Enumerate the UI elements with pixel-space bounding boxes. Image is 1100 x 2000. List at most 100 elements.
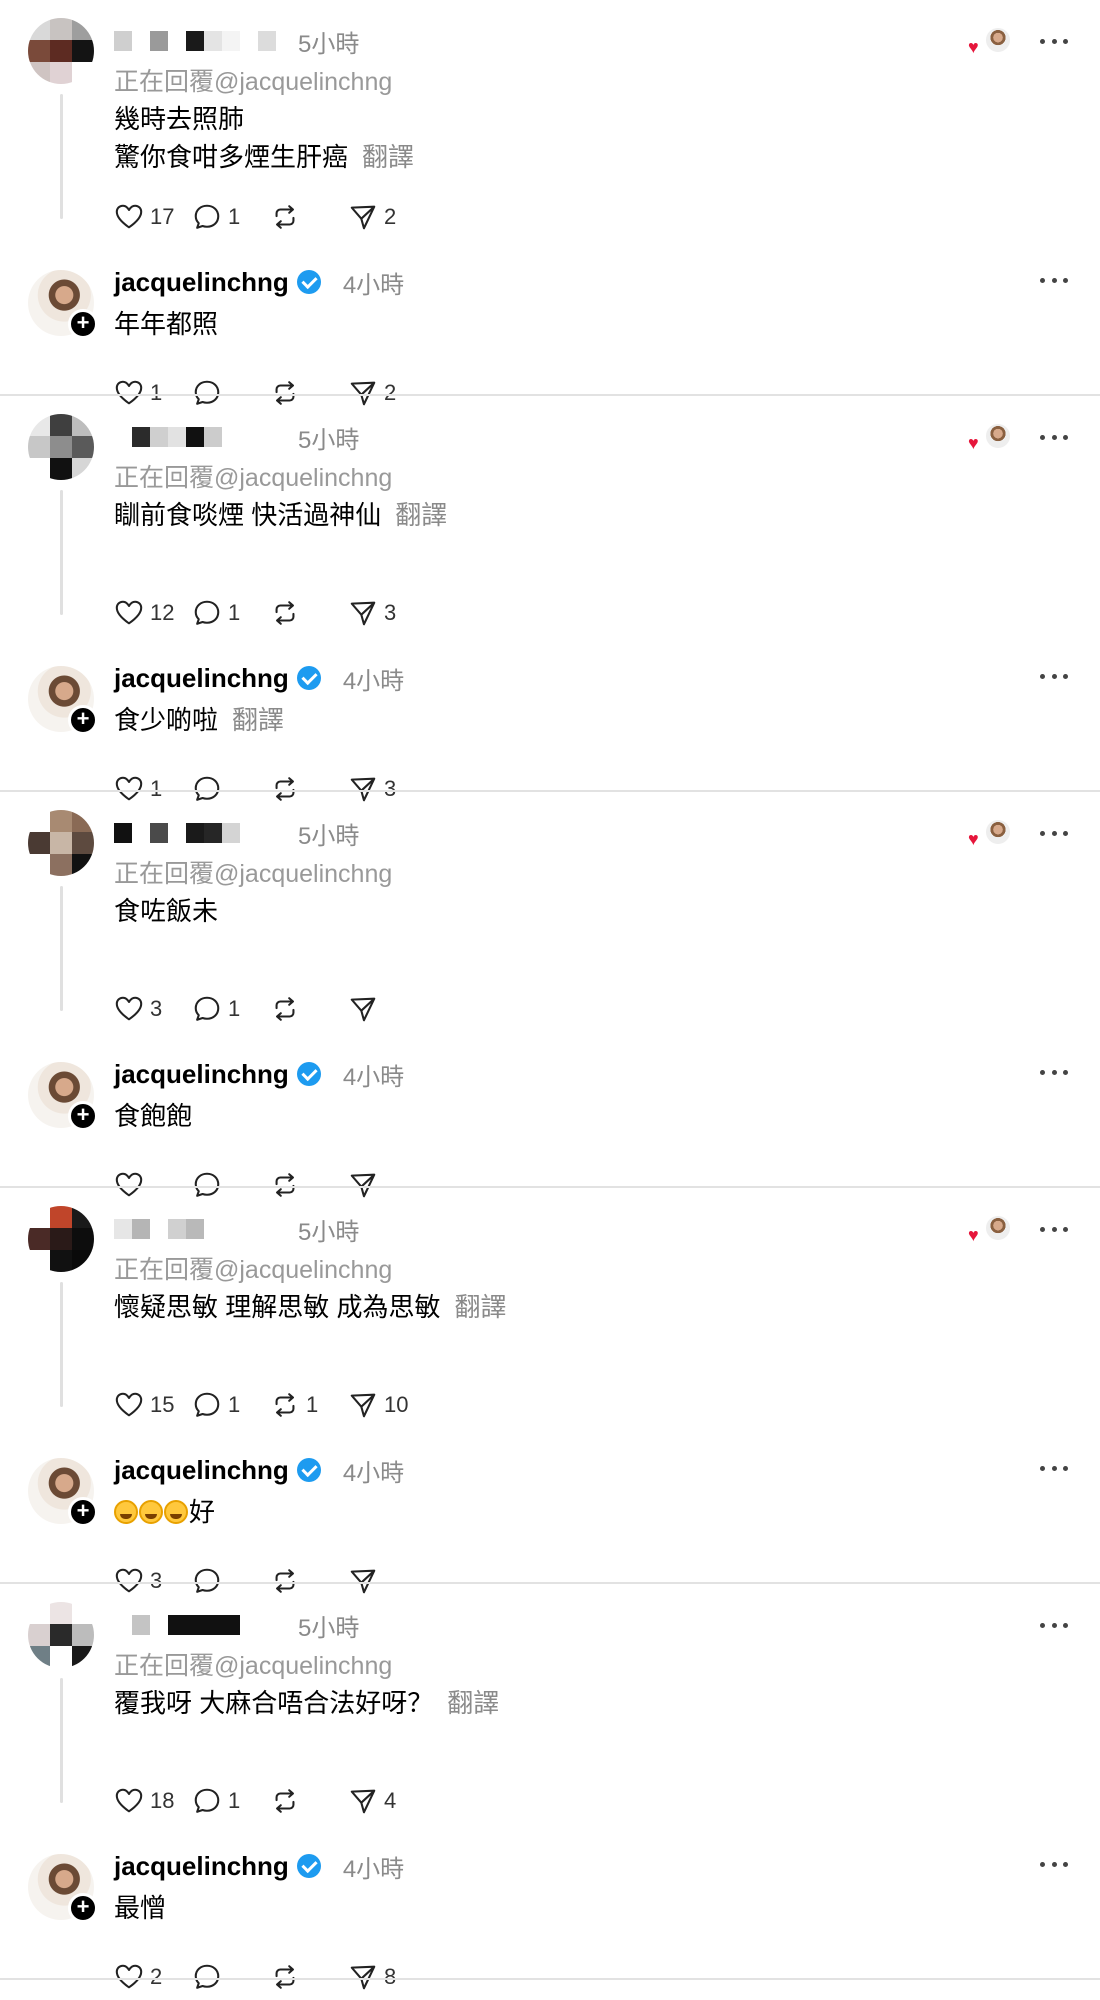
follow-plus-icon[interactable]: + bbox=[68, 1497, 98, 1527]
repost-button[interactable] bbox=[270, 1786, 346, 1816]
author-reply-post[interactable]: + jacquelinchng 4小時 食少啲啦 翻譯 13 bbox=[0, 631, 1100, 802]
like-heart-icon bbox=[115, 1788, 143, 1813]
more-options-icon[interactable] bbox=[1040, 823, 1068, 843]
reply-thread: 5小時 ♥ 正在回覆@jacquelinchng 懷疑思敏 理解思敏 成為思敏翻… bbox=[0, 1188, 1100, 1594]
more-options-icon[interactable] bbox=[1040, 1458, 1068, 1478]
user-avatar-pixelated[interactable] bbox=[28, 18, 94, 84]
reply-post[interactable]: 5小時 ♥ 正在回覆@jacquelinchng 瞓前食啖煙 快活過神仙 翻譯 1… bbox=[0, 396, 1100, 626]
heart-icon: ♥ bbox=[968, 1225, 979, 1245]
more-options-icon[interactable] bbox=[1040, 270, 1068, 290]
translate-link[interactable]: 翻譯 bbox=[362, 142, 414, 172]
comment-button[interactable] bbox=[192, 1962, 268, 1992]
follow-plus-icon[interactable]: + bbox=[68, 1893, 98, 1923]
username-pixelated[interactable] bbox=[114, 1218, 276, 1240]
follow-plus-icon[interactable]: + bbox=[68, 705, 98, 735]
post-timestamp: 5小時 bbox=[298, 822, 360, 850]
author-username[interactable]: jacquelinchng bbox=[114, 1455, 289, 1486]
share-send-icon bbox=[350, 205, 376, 230]
follow-plus-icon[interactable]: + bbox=[68, 1101, 98, 1131]
like-button[interactable]: 17 bbox=[114, 202, 190, 232]
post-text-content: 食咗飯未 bbox=[114, 896, 219, 926]
like-button[interactable]: 15 bbox=[114, 1390, 190, 1420]
more-options-icon[interactable] bbox=[1040, 1062, 1068, 1082]
post-text-content: 食少啲啦 bbox=[114, 705, 219, 735]
comment-button[interactable]: 1 bbox=[192, 994, 268, 1024]
user-avatar-pixelated[interactable] bbox=[28, 1206, 94, 1272]
translate-link[interactable]: 翻譯 bbox=[454, 1292, 506, 1322]
reply-post[interactable]: 5小時 ♥ 正在回覆@jacquelinchng 食咗飯未 3 1 bbox=[0, 792, 1100, 1022]
reply-post[interactable]: 5小時 ♥ 正在回覆@jacquelinchng 幾時去照肺 驚你食咁多煙生肝癌翻… bbox=[0, 0, 1100, 230]
like-button[interactable]: 18 bbox=[114, 1786, 190, 1816]
share-button[interactable]: 4 bbox=[348, 1786, 424, 1816]
more-options-icon[interactable] bbox=[1040, 1854, 1068, 1874]
comment-button[interactable]: 1 bbox=[192, 1786, 268, 1816]
post-text: 最憎 bbox=[114, 1889, 166, 1927]
more-options-icon[interactable] bbox=[1040, 31, 1068, 51]
like-button[interactable]: 2 bbox=[114, 1962, 190, 1992]
action-count: 10 bbox=[384, 1392, 409, 1417]
share-send-icon bbox=[350, 601, 376, 626]
more-options-icon[interactable] bbox=[1040, 1615, 1068, 1635]
repost-button[interactable] bbox=[270, 1962, 346, 1992]
translate-link[interactable]: 翻譯 bbox=[447, 1688, 499, 1718]
author-username[interactable]: jacquelinchng bbox=[114, 663, 289, 694]
follow-plus-icon[interactable]: + bbox=[68, 309, 98, 339]
share-button[interactable] bbox=[348, 994, 424, 1024]
comment-button[interactable]: 1 bbox=[192, 202, 268, 232]
action-count: 3 bbox=[384, 600, 397, 625]
user-avatar-pixelated[interactable] bbox=[28, 810, 94, 876]
author-reply-post[interactable]: + jacquelinchng 4小時 年年都照 12 bbox=[0, 235, 1100, 406]
verified-badge-icon bbox=[296, 666, 321, 690]
translate-link[interactable]: 翻譯 bbox=[395, 500, 447, 530]
user-avatar-pixelated[interactable] bbox=[28, 1602, 94, 1668]
action-count: 2 bbox=[384, 204, 397, 229]
more-options-icon[interactable] bbox=[1040, 427, 1068, 447]
repost-button[interactable] bbox=[270, 598, 346, 628]
comment-bubble-icon bbox=[194, 600, 220, 625]
username-pixelated[interactable] bbox=[114, 30, 276, 52]
action-bar: 28 bbox=[114, 1957, 426, 1997]
author-reply-post[interactable]: + jacquelinchng 4小時 食飽飽 bbox=[0, 1027, 1100, 1198]
comment-button[interactable]: 1 bbox=[192, 1390, 268, 1420]
repost-arrows-icon bbox=[275, 601, 295, 625]
author-username[interactable]: jacquelinchng bbox=[114, 1851, 289, 1882]
repost-button[interactable] bbox=[270, 202, 346, 232]
reply-post[interactable]: 5小時 ♥ 正在回覆@jacquelinchng 懷疑思敏 理解思敏 成為思敏翻… bbox=[0, 1188, 1100, 1418]
author-username[interactable]: jacquelinchng bbox=[114, 1059, 289, 1090]
post-text: 幾時去照肺 驚你食咁多煙生肝癌 翻譯 bbox=[114, 100, 414, 176]
translate-link[interactable]: 翻譯 bbox=[232, 705, 284, 735]
replying-to-label: 正在回覆@jacquelinchng bbox=[114, 1256, 393, 1284]
user-avatar-pixelated[interactable] bbox=[28, 414, 94, 480]
share-button[interactable]: 2 bbox=[348, 202, 424, 232]
more-options-icon[interactable] bbox=[1040, 666, 1068, 686]
post-text-content: 懷疑思敏 理解思敏 成為思敏 bbox=[114, 1292, 441, 1322]
share-button[interactable]: 8 bbox=[348, 1962, 424, 1992]
post-text-line: 食飽飽 bbox=[114, 1097, 192, 1135]
post-text-line: 年年都照 bbox=[114, 305, 218, 343]
replying-to-label: 正在回覆@jacquelinchng bbox=[114, 1652, 393, 1680]
repost-arrows-icon bbox=[275, 1965, 295, 1989]
author-reply-post[interactable]: + jacquelinchng 4小時 好 3 bbox=[0, 1423, 1100, 1594]
share-button[interactable]: 3 bbox=[348, 598, 424, 628]
action-count: 18 bbox=[150, 1788, 175, 1813]
replying-to-label: 正在回覆@jacquelinchng bbox=[114, 860, 393, 888]
comment-button[interactable]: 1 bbox=[192, 598, 268, 628]
reply-post[interactable]: 5小時 ♥ 正在回覆@jacquelinchng 覆我呀 大麻合唔合法好呀？翻譯… bbox=[0, 1584, 1100, 1814]
username-pixelated[interactable] bbox=[114, 426, 276, 448]
repost-button[interactable] bbox=[270, 994, 346, 1024]
username-pixelated[interactable] bbox=[114, 822, 276, 844]
comment-bubble-icon bbox=[194, 1788, 220, 1813]
author-reply-post[interactable]: + jacquelinchng 4小時 最憎 2 8 bbox=[0, 1819, 1100, 1990]
action-bar: 17 1 2 bbox=[114, 197, 426, 237]
share-button[interactable]: 10 bbox=[348, 1390, 424, 1420]
author-username[interactable]: jacquelinchng bbox=[114, 267, 289, 298]
action-count: 3 bbox=[150, 996, 163, 1021]
repost-button[interactable]: 1 bbox=[270, 1390, 346, 1420]
post-text: 食少啲啦 翻譯 bbox=[114, 701, 284, 739]
more-options-icon[interactable] bbox=[1040, 1219, 1068, 1239]
reply-thread: 5小時 ♥ 正在回覆@jacquelinchng 瞓前食啖煙 快活過神仙 翻譯 1… bbox=[0, 396, 1100, 802]
username-pixelated[interactable] bbox=[114, 1614, 276, 1636]
like-button[interactable]: 3 bbox=[114, 994, 190, 1024]
action-bar: 31 bbox=[114, 989, 426, 1029]
like-button[interactable]: 12 bbox=[114, 598, 190, 628]
